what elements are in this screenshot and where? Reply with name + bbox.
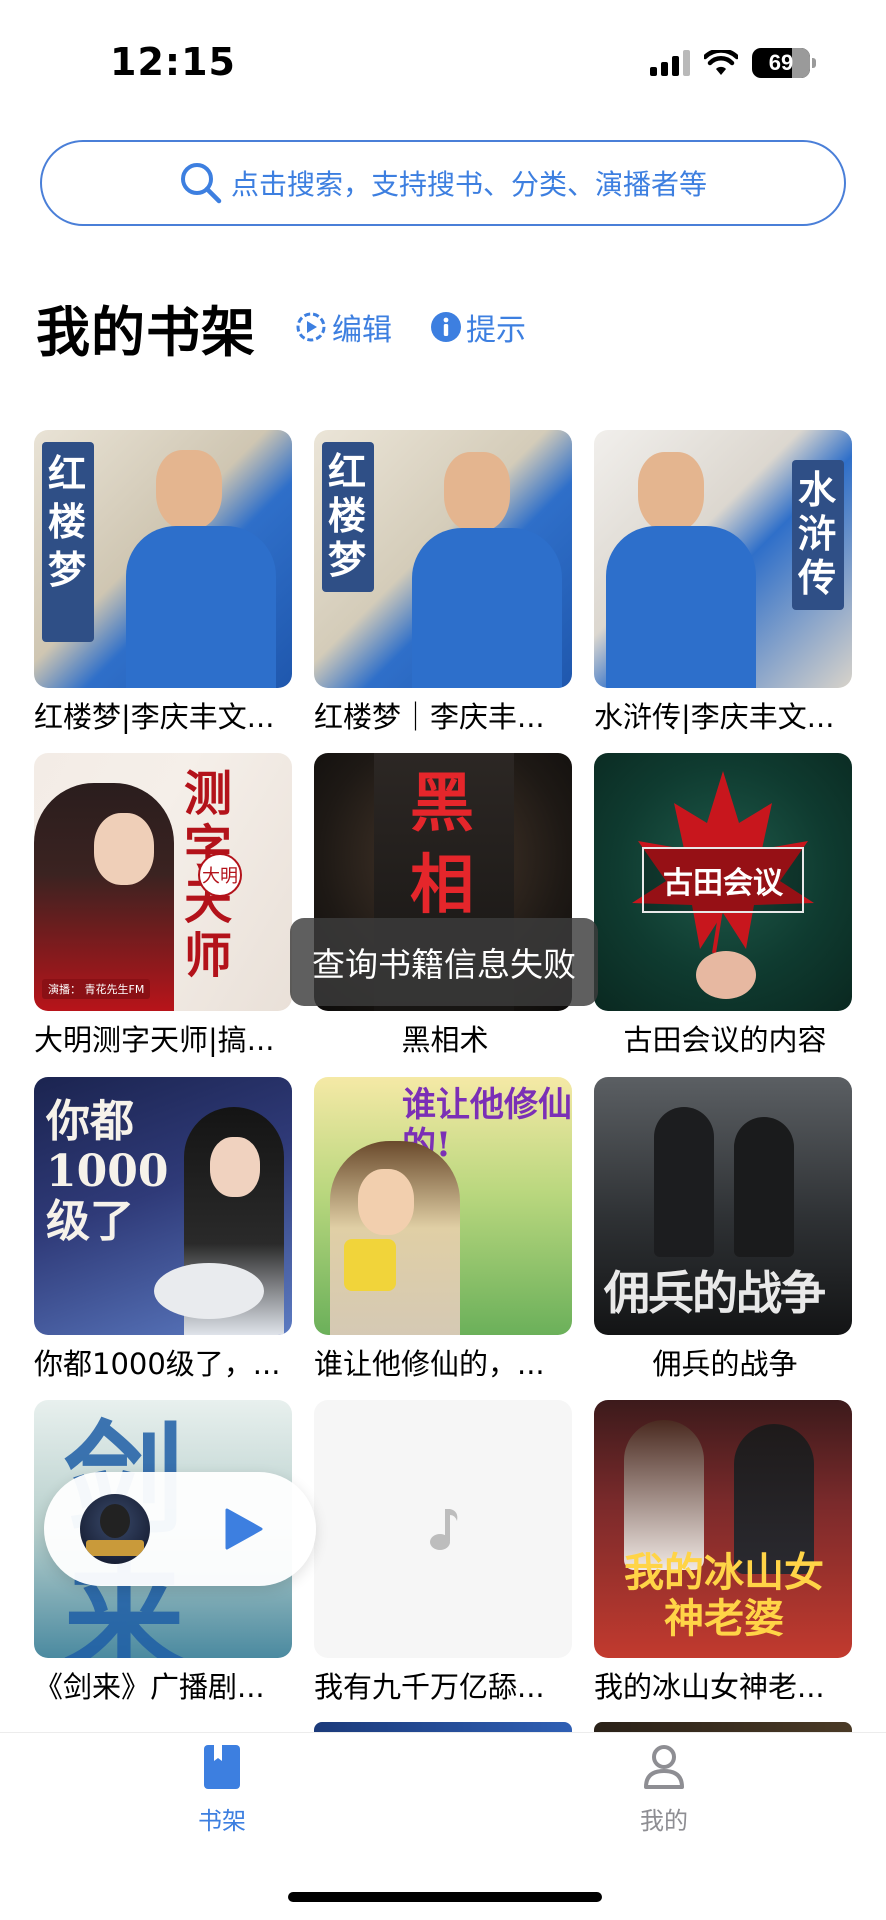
search-icon <box>180 163 222 204</box>
book-item[interactable]: 我的冰山女神老婆 我的冰山女神老... <box>594 1400 852 1706</box>
shelf-title: 我的书架 <box>36 300 256 364</box>
cover-title: 古田会议 <box>663 866 783 901</box>
book-title: 我的冰山女神老... <box>594 1670 825 1704</box>
tab-label: 我的 <box>640 1807 688 1835</box>
book-cover: 我的冰山女神老婆 <box>594 1400 852 1658</box>
tips-label: 提示 <box>466 313 526 348</box>
book-title: 古田会议的内容 <box>623 1023 827 1057</box>
book-cover: 水浒传 <box>594 430 852 688</box>
book-cover: 红楼梦 <box>34 430 292 688</box>
cover-credit: 演播： 青花先生FM <box>42 979 151 999</box>
wifi-icon <box>704 50 738 75</box>
book-title: 黑相术 <box>401 1023 489 1057</box>
person-icon <box>644 1745 684 1789</box>
tips-button[interactable]: 提示 <box>430 305 526 349</box>
edit-button[interactable]: 编辑 <box>294 305 392 349</box>
book-title: 《剑来》广播剧... <box>34 1670 265 1704</box>
cover-title: 我的冰山女神老婆 <box>624 1549 824 1642</box>
cover-badge: 大明 <box>198 853 242 897</box>
book-title: 水浒传|李庆丰文... <box>594 700 835 734</box>
book-item[interactable]: 你都1000级了 你都1000级了，... <box>34 1077 292 1383</box>
cellular-signal-icon <box>650 50 690 76</box>
toast-message: 查询书籍信息失败 <box>290 918 598 1006</box>
book-item[interactable]: 古田会议 古田会议的内容 <box>594 753 852 1059</box>
info-icon <box>431 312 461 342</box>
status-icons: 69 <box>650 48 816 78</box>
book-title: 我有九千万亿舔... <box>314 1670 545 1704</box>
book-title: 红楼梦|李庆丰文... <box>34 700 275 734</box>
book-item[interactable]: 谁让他修仙的! 谁让他修仙的，... <box>314 1077 572 1383</box>
edit-label: 编辑 <box>332 313 392 348</box>
status-bar: 12:15 69 <box>0 0 886 110</box>
battery-icon: 69 <box>752 48 810 78</box>
gear-play-icon <box>296 312 326 342</box>
book-title: 你都1000级了，... <box>34 1347 281 1381</box>
book-cover: 谁让他修仙的! <box>314 1077 572 1335</box>
cover-title: 红楼梦 <box>48 451 87 592</box>
home-indicator <box>288 1892 602 1902</box>
tab-mine[interactable]: 我的 <box>574 1743 754 1836</box>
book-item[interactable]: 红楼梦 红楼梦｜李庆丰... <box>314 430 572 736</box>
music-note-icon <box>430 1509 458 1550</box>
book-cover <box>314 1400 572 1658</box>
play-icon[interactable] <box>224 1507 264 1551</box>
mini-player[interactable] <box>44 1472 316 1586</box>
book-item[interactable]: 佣兵的战争 佣兵的战争 <box>594 1077 852 1383</box>
book-item[interactable]: 测字天师 大明 演播： 青花先生FM 大明测字天师|搞... <box>34 753 292 1059</box>
tab-label: 书架 <box>198 1807 246 1835</box>
cover-title: 红楼梦 <box>328 449 367 582</box>
book-cover: 测字天师 大明 演播： 青花先生FM <box>34 753 292 1011</box>
book-item[interactable]: 我有九千万亿舔... <box>314 1400 572 1706</box>
cover-title: 黑相 <box>410 766 474 923</box>
status-time: 12:15 <box>110 40 236 84</box>
book-icon <box>204 1745 240 1789</box>
book-item[interactable]: 红楼梦 红楼梦|李庆丰文... <box>34 430 292 736</box>
cover-title: 佣兵的战争 <box>604 1266 826 1320</box>
book-title: 红楼梦｜李庆丰... <box>314 700 545 734</box>
player-cover <box>80 1494 150 1564</box>
battery-cap <box>812 58 816 68</box>
book-cover: 古田会议 <box>594 753 852 1011</box>
book-item[interactable]: 黑相 黑相术 <box>314 753 572 1059</box>
book-title: 佣兵的战争 <box>652 1347 798 1381</box>
book-cover: 佣兵的战争 <box>594 1077 852 1335</box>
shelf-header: 我的书架 编辑 提示 <box>36 292 526 364</box>
book-title: 谁让他修仙的，... <box>314 1347 545 1381</box>
book-cover: 你都1000级了 <box>34 1077 292 1335</box>
book-item[interactable]: 水浒传 水浒传|李庆丰文... <box>594 430 852 736</box>
book-title: 大明测字天师|搞... <box>34 1023 275 1057</box>
book-cover: 红楼梦 <box>314 430 572 688</box>
cover-title: 你都1000级了 <box>46 1096 169 1247</box>
cover-title: 水浒传 <box>798 467 837 600</box>
battery-percent: 69 <box>768 50 794 75</box>
search-bar[interactable]: 点击搜索，支持搜书、分类、演播者等 <box>40 140 846 226</box>
search-placeholder: 点击搜索，支持搜书、分类、演播者等 <box>230 168 707 201</box>
tab-bookshelf[interactable]: 书架 <box>132 1743 312 1836</box>
